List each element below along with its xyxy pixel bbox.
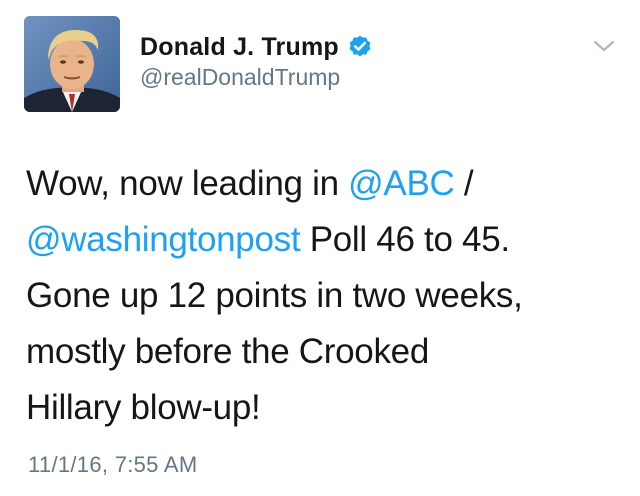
tweet-author: Donald J. Trump @realDonaldTrump	[140, 32, 373, 91]
verified-badge-icon	[349, 35, 371, 57]
tweet-text-line: Wow, now leading in @ABC /	[26, 156, 626, 212]
tweet-text-segment: Poll 46 to 45.	[300, 220, 510, 259]
tweet-card: Donald J. Trump @realDonaldTrump Wow, no…	[0, 0, 640, 496]
mention-link-abc[interactable]: @ABC	[348, 164, 455, 203]
tweet-timestamp[interactable]: 11/1/16, 7:55 AM	[28, 452, 198, 478]
tweet-text-line: @washingtonpost Poll 46 to 45.	[26, 212, 626, 268]
author-display-name[interactable]: Donald J. Trump	[140, 33, 339, 62]
tweet-text-line: Hillary blow-up!	[26, 388, 261, 427]
mention-link-washingtonpost[interactable]: @washingtonpost	[26, 220, 301, 259]
avatar[interactable]	[24, 16, 120, 112]
avatar-image	[24, 16, 120, 112]
tweet-text: Wow, now leading in @ABC / @washingtonpo…	[26, 156, 626, 436]
tweet-text-line: mostly before the Crooked	[26, 332, 429, 371]
author-handle[interactable]: @realDonaldTrump	[140, 64, 373, 91]
tweet-text-line: Gone up 12 points in two weeks,	[26, 276, 523, 315]
chevron-down-icon[interactable]	[592, 38, 616, 54]
author-name-row: Donald J. Trump	[140, 32, 373, 62]
tweet-text-segment: Wow, now leading in	[26, 164, 349, 203]
tweet-text-segment: /	[454, 164, 474, 203]
